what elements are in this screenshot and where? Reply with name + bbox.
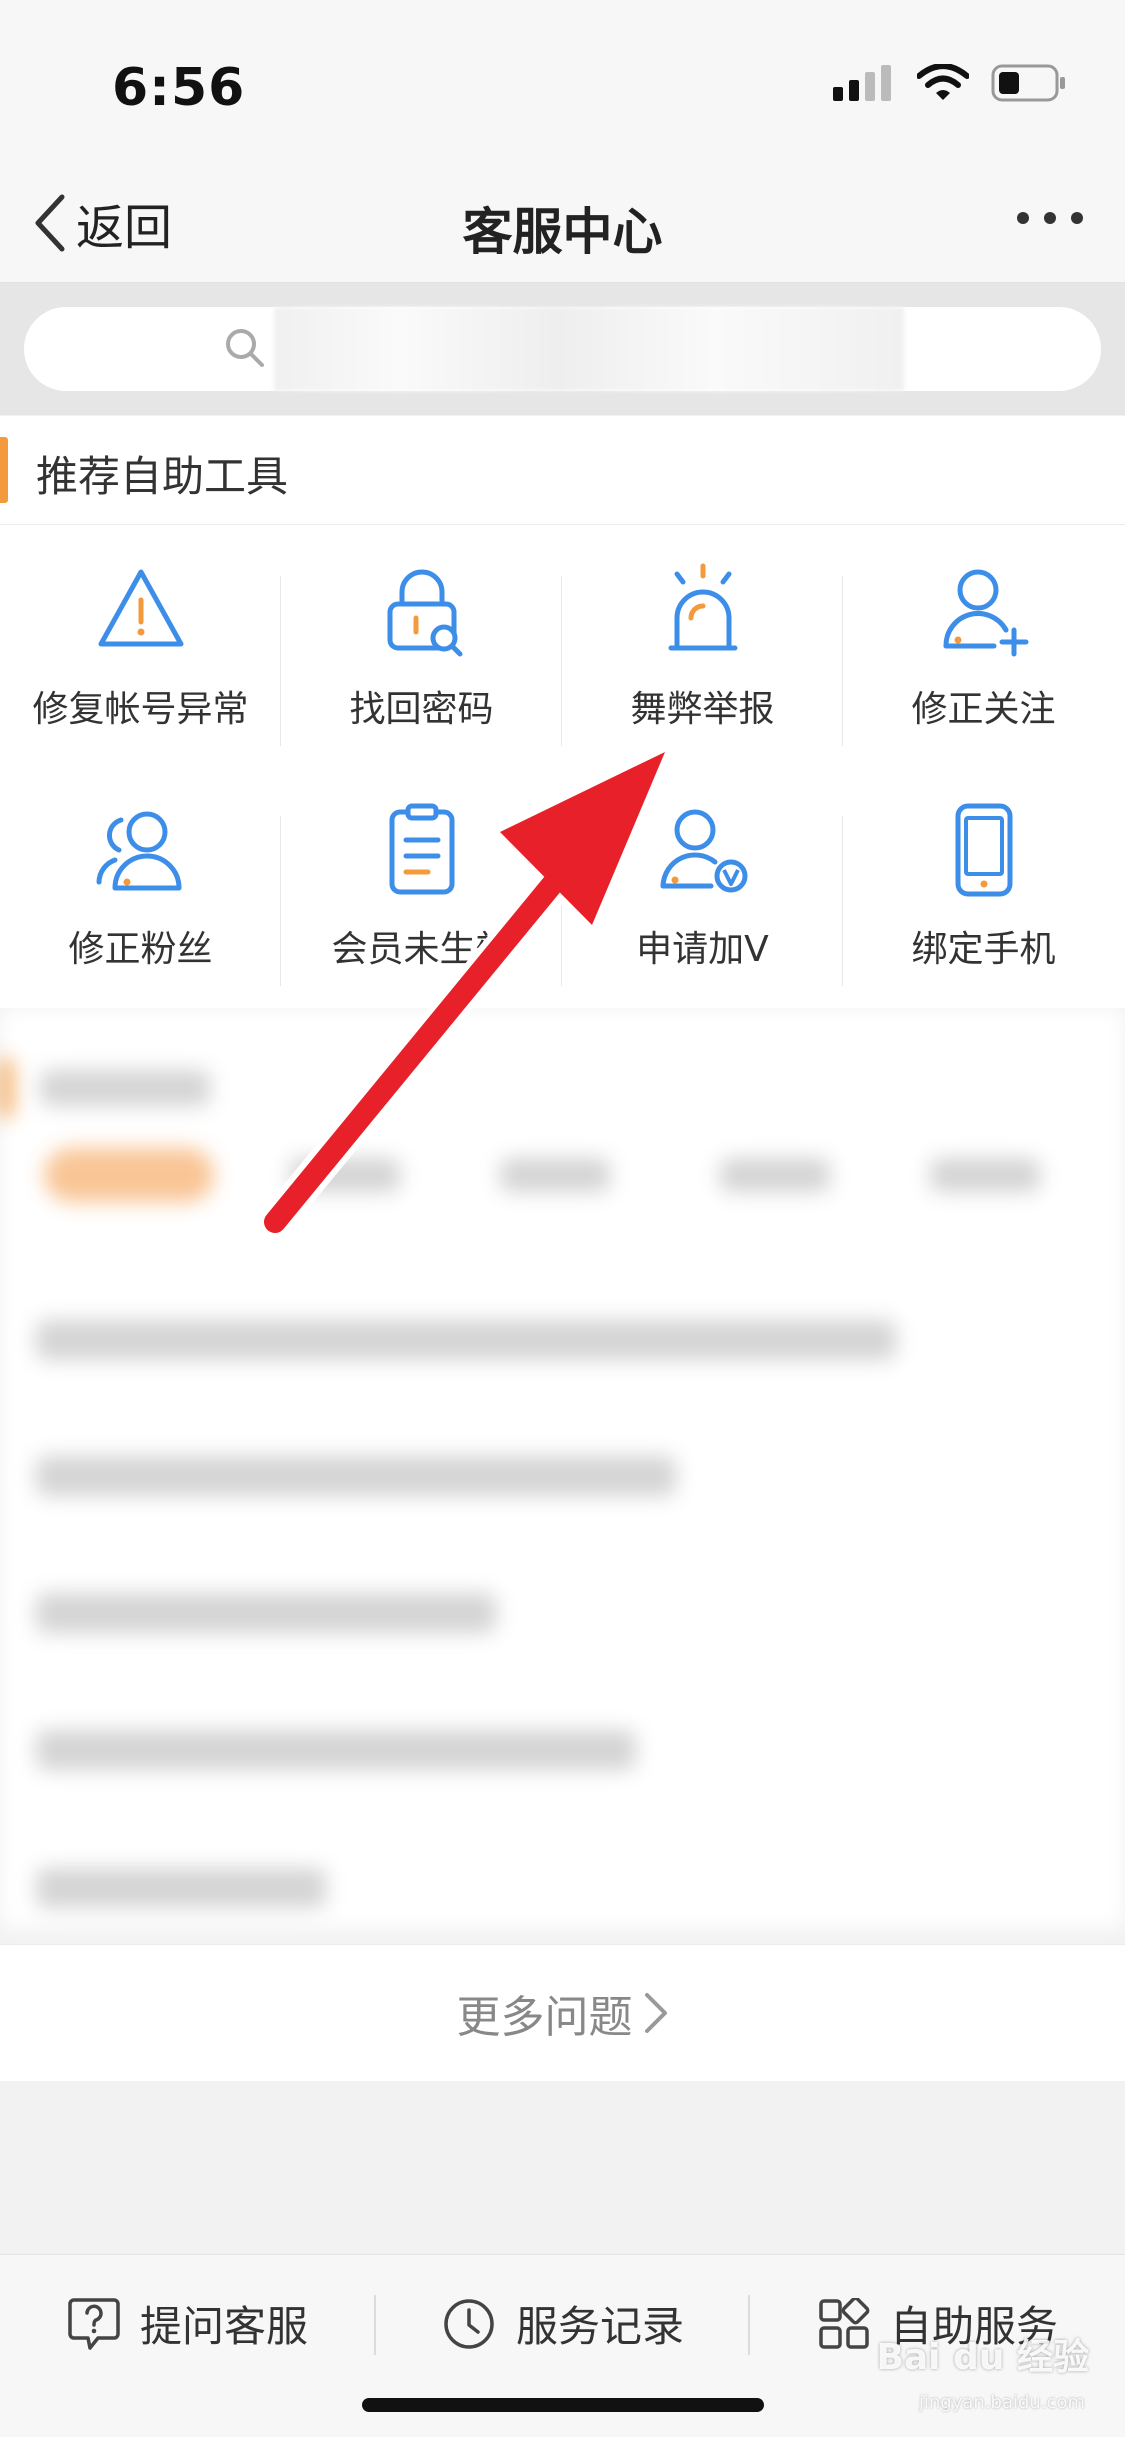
section-accent-bar (0, 437, 8, 503)
tool-label: 找回密码 (349, 689, 494, 730)
search-area (0, 283, 1125, 415)
tools-grid: 修复帐号异常 找回密码 舞弊举报 修正关注 修正粉丝 会员未生效 申请加V 绑定… (0, 556, 1125, 996)
cellular-signal-icon (833, 65, 891, 101)
faq-item (36, 1730, 636, 1770)
more-questions-button[interactable]: 更多问题 (0, 1944, 1125, 2081)
tab-divider (374, 2295, 376, 2355)
tool-label: 舞弊举报 (630, 689, 775, 730)
more-options-icon[interactable] (1015, 210, 1085, 226)
tool-label: 修复帐号异常 (32, 689, 249, 730)
wifi-icon (917, 64, 969, 100)
tab-ask-support[interactable]: 提问客服 (68, 2293, 308, 2354)
faq-list-blurred (0, 1008, 1125, 1928)
tool-label: 修正关注 (911, 689, 1056, 730)
tool-recover-password[interactable]: 找回密码 (281, 556, 562, 756)
tool-fraud-report[interactable]: 舞弊举报 (562, 556, 843, 756)
watermark: Bai du 经验 (876, 2337, 1089, 2378)
apps-grid-icon (819, 2297, 870, 2349)
faq-item (36, 1456, 676, 1496)
faq-header (40, 1070, 210, 1106)
watermark-url: jingyan.baidu.com (918, 2392, 1085, 2413)
lock-search-icon (387, 569, 462, 657)
status-time: 6:56 (112, 58, 246, 118)
tools-section-header: 推荐自助工具 (0, 416, 1125, 525)
faq-item (36, 1868, 326, 1908)
phone-icon (955, 803, 1012, 897)
home-indicator[interactable] (362, 2398, 764, 2412)
tab-label: 提问客服 (140, 2302, 309, 2351)
faq-tab (930, 1158, 1040, 1192)
users-icon (96, 811, 181, 891)
user-verified-icon (660, 809, 747, 893)
warning-triangle-icon (98, 569, 183, 647)
faq-tab (290, 1158, 400, 1192)
tool-membership-inactive[interactable]: 会员未生效 (281, 796, 562, 996)
tool-fix-following[interactable]: 修正关注 (843, 556, 1124, 756)
search-input[interactable] (24, 307, 1101, 391)
faq-tab (500, 1158, 610, 1192)
faq-tab (720, 1158, 830, 1192)
status-bar: 6:56 (0, 0, 1125, 160)
faq-item (36, 1320, 896, 1360)
tab-label: 服务记录 (516, 2302, 685, 2351)
tool-apply-verified[interactable]: 申请加V (562, 796, 843, 996)
status-icons (833, 64, 1067, 102)
navigation-bar: 返回 客服中心 (0, 160, 1125, 283)
tools-card: 推荐自助工具 修复帐号异常 找回密码 舞弊举报 修正关注 修正粉丝 会员未生效 … (0, 416, 1125, 1008)
tool-label: 修正粉丝 (68, 929, 213, 970)
alarm-light-icon (668, 563, 737, 651)
search-placeholder-redacted (274, 307, 904, 391)
faq-item (36, 1593, 496, 1633)
tool-label: 绑定手机 (911, 929, 1056, 970)
tool-label: 申请加V (636, 929, 769, 970)
tab-service-records[interactable]: 服务记录 (442, 2293, 684, 2354)
chevron-right-icon (644, 1993, 667, 2033)
page-title: 客服中心 (462, 203, 663, 261)
tool-fix-fans[interactable]: 修正粉丝 (0, 796, 281, 996)
tool-bind-phone[interactable]: 绑定手机 (843, 796, 1124, 996)
tab-divider (748, 2295, 750, 2355)
search-icon (226, 329, 264, 367)
tool-label: 会员未生效 (331, 929, 512, 970)
question-chat-icon (68, 2297, 120, 2350)
faq-accent (0, 1058, 12, 1118)
tool-fix-account[interactable]: 修复帐号异常 (0, 556, 281, 756)
tools-section-title: 推荐自助工具 (36, 452, 289, 501)
clock-icon (444, 2298, 494, 2349)
user-plus-icon (942, 569, 1028, 657)
faq-tab (44, 1148, 214, 1202)
clipboard-list-icon (389, 803, 454, 895)
more-questions-label: 更多问题 (456, 1992, 633, 2043)
battery-icon (991, 64, 1065, 102)
